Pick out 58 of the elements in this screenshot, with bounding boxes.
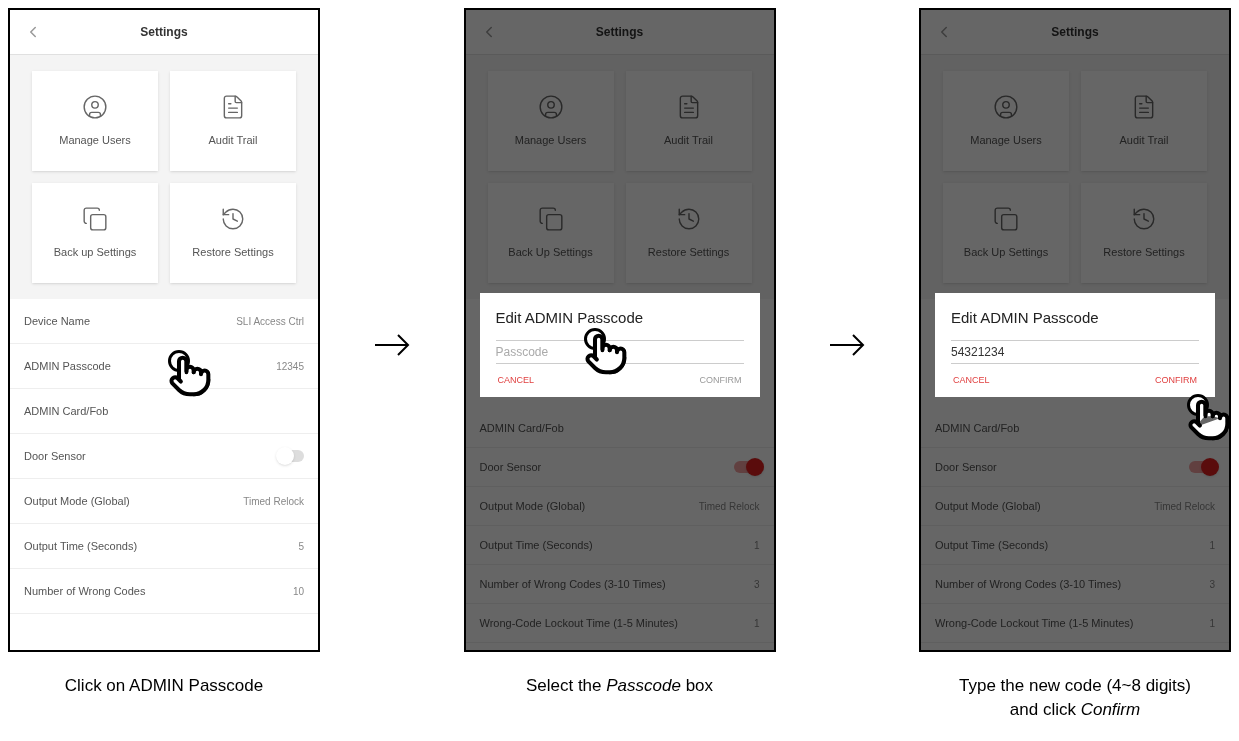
row-label: Number of Wrong Codes (24, 583, 146, 599)
row-value: Timed Relock (243, 494, 304, 509)
row-label: ADMIN Card/Fob (935, 420, 1020, 436)
copy-icon (993, 205, 1019, 232)
right-arrow-icon (373, 333, 410, 357)
settings-tile[interactable]: Manage Users (943, 71, 1069, 171)
row-value: 5 (298, 539, 304, 554)
settings-tile[interactable]: Manage Users (487, 71, 614, 171)
settings-tile[interactable]: Back up Settings (32, 183, 158, 283)
row-label: Output Time (Seconds) (24, 538, 138, 554)
row-label: Output Mode (Global) (479, 498, 586, 514)
row-label: Device Name (24, 313, 91, 329)
settings-tile[interactable]: Restore Settings (170, 183, 296, 283)
settings-tile[interactable]: Audit Trail (1081, 71, 1207, 171)
row-label: Output Time (Seconds) (479, 537, 593, 553)
user-icon (993, 93, 1019, 120)
row-label: Door Sensor (479, 459, 542, 475)
copy-icon (537, 205, 564, 232)
row-label: Number of Wrong Codes (3-10 Times) (479, 576, 666, 592)
settings-tile[interactable]: Audit Trail (170, 71, 296, 171)
settings-tile[interactable]: Audit Trail (625, 71, 752, 171)
copy-icon (82, 205, 108, 232)
row-label: Output Time (Seconds) (935, 537, 1049, 553)
row-value: 10 (292, 584, 304, 599)
row-label: Door Sensor (24, 448, 86, 464)
toggle-switch[interactable] (278, 450, 304, 462)
screen-title: Settings (595, 24, 644, 41)
passcode-field[interactable]: Passcode (495, 339, 744, 364)
row-label: ADMIN Card/Fob (479, 420, 564, 436)
user-icon (82, 93, 108, 120)
passcode-field[interactable]: 54321234 (951, 339, 1199, 364)
row-value: SLI Access Ctrl (236, 314, 304, 329)
row-label: Output Mode (Global) (935, 498, 1041, 514)
settings-tile[interactable]: Back Up Settings (487, 183, 614, 283)
row-label: Wrong-Code Lockout Time (1-5 Minutes) (935, 615, 1134, 631)
settings-tile[interactable]: Manage Users (32, 71, 158, 171)
step-caption: Select the Passcode box (524, 675, 715, 697)
screen-title: Settings (140, 24, 188, 41)
screen-title: Settings (1051, 24, 1099, 41)
row-label: ADMIN Card/Fob (24, 403, 109, 419)
row-label: Door Sensor (935, 459, 997, 475)
right-arrow-icon (829, 333, 866, 357)
confirm-button[interactable]: CONFIRM (1153, 373, 1199, 387)
row-label: Number of Wrong Codes (3-10 Times) (935, 576, 1122, 592)
cancel-button[interactable]: CANCEL (951, 373, 992, 387)
row-label: Wrong-Code Lockout Time (1-5 Minutes) (479, 615, 678, 631)
dialog-title: Edit ADMIN Passcode (495, 308, 645, 328)
row-label: Output Mode (Global) (24, 493, 130, 509)
settings-tile[interactable]: Restore Settings (625, 183, 752, 283)
row-label: ADMIN Passcode (24, 358, 111, 374)
row-value: 12345 (276, 359, 304, 374)
dialog-title: Edit ADMIN Passcode (951, 308, 1100, 328)
cancel-button[interactable]: CANCEL (495, 373, 536, 387)
settings-tile[interactable]: Back Up Settings (943, 183, 1069, 283)
step-caption: Click on ADMIN Passcode (63, 675, 265, 697)
settings-tile[interactable]: Restore Settings (1081, 183, 1207, 283)
user-icon (537, 93, 564, 120)
step-caption: Type the new code (4~8 digits) and click Confirm (958, 675, 1192, 721)
